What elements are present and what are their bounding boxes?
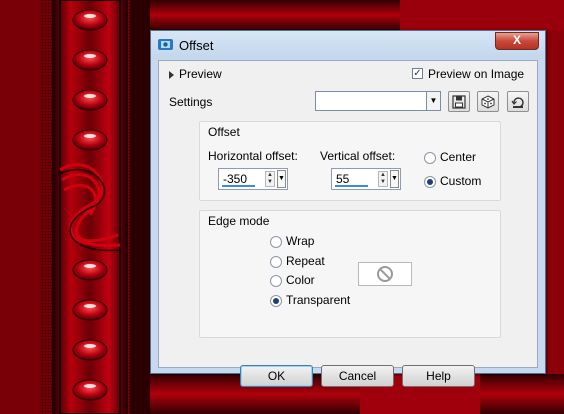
horizontal-offset-input[interactable]: -350 ▲ ▼ ▼ xyxy=(218,168,288,190)
title-bar[interactable]: Offset X xyxy=(151,31,545,59)
horizontal-offset-label: Horizontal offset: xyxy=(208,149,298,163)
preview-toggle[interactable]: Preview xyxy=(179,67,222,81)
reset-icon xyxy=(511,96,524,108)
randomize-button[interactable] xyxy=(477,91,499,112)
wrap-radio[interactable] xyxy=(270,236,282,248)
custom-radio[interactable] xyxy=(424,176,436,188)
settings-preset-select[interactable]: ▼ xyxy=(315,91,441,111)
close-button[interactable]: X xyxy=(495,32,539,50)
repeat-radio-label: Repeat xyxy=(286,254,325,268)
edge-mode-group-title: Edge mode xyxy=(208,214,270,228)
ok-button[interactable]: OK xyxy=(240,365,313,387)
vertical-offset-label: Vertical offset: xyxy=(320,149,396,163)
preview-expand-icon[interactable] xyxy=(169,71,174,79)
horizontal-offset-value: -350 xyxy=(223,172,248,186)
offset-dialog: Offset X Preview ✓ Preview on Image Sett… xyxy=(150,30,546,387)
vertical-offset-value: 55 xyxy=(336,172,350,186)
horizontal-slider-bar[interactable] xyxy=(222,185,255,187)
no-color-icon xyxy=(377,266,393,282)
dialog-client-area: Preview ✓ Preview on Image Settings ▼ Of… xyxy=(158,60,538,387)
offset-group: Offset Horizontal offset: -350 ▲ ▼ ▼ Vert… xyxy=(199,121,501,201)
transparent-radio[interactable] xyxy=(270,295,282,307)
custom-radio-label: Custom xyxy=(440,174,482,188)
vertical-spin-arrows-icon[interactable]: ▲ ▼ xyxy=(378,171,388,187)
wrap-radio-label: Wrap xyxy=(286,234,315,248)
app-icon xyxy=(158,39,173,50)
transparent-radio-label: Transparent xyxy=(286,293,351,307)
offset-group-title: Offset xyxy=(208,125,240,139)
dialog-title: Offset xyxy=(179,38,214,53)
save-preset-button[interactable] xyxy=(448,91,470,112)
color-radio-label: Color xyxy=(286,273,315,287)
chevron-down-icon[interactable]: ▼ xyxy=(426,92,440,110)
help-button[interactable]: Help xyxy=(402,365,475,387)
edge-color-swatch[interactable] xyxy=(358,262,412,286)
save-preset-icon xyxy=(452,94,466,109)
edge-mode-group: Edge mode Wrap Repeat Color Transparent xyxy=(199,210,501,338)
settings-label: Settings xyxy=(169,95,213,109)
repeat-radio[interactable] xyxy=(270,256,282,268)
center-radio-label: Center xyxy=(440,150,477,164)
vertical-slider-bar[interactable] xyxy=(335,185,368,187)
horizontal-menu-chevron-icon[interactable]: ▼ xyxy=(277,170,286,188)
vertical-menu-chevron-icon[interactable]: ▼ xyxy=(390,170,399,188)
center-radio[interactable] xyxy=(424,152,436,164)
cancel-button[interactable]: Cancel xyxy=(321,365,394,387)
vertical-offset-input[interactable]: 55 ▲ ▼ ▼ xyxy=(331,168,401,190)
preview-on-image-checkbox[interactable]: ✓ xyxy=(412,68,423,79)
randomize-icon xyxy=(481,94,495,109)
preview-on-image-label: Preview on Image xyxy=(428,67,525,81)
reset-button[interactable] xyxy=(507,91,529,112)
color-radio[interactable] xyxy=(270,275,282,287)
horizontal-spin-arrows-icon[interactable]: ▲ ▼ xyxy=(265,171,275,187)
